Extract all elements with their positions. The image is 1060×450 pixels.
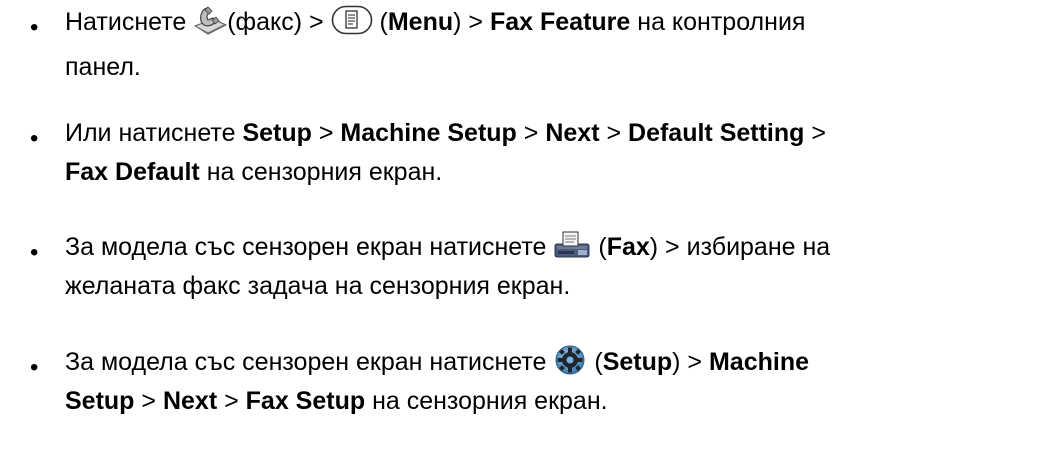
fax-handset-icon <box>193 5 228 35</box>
fax-machine-icon <box>553 230 591 260</box>
list-item-line: За модела със сензорен екран натиснете (… <box>65 345 809 376</box>
list-item-line: желаната факс задача на сензорния екран. <box>65 272 571 300</box>
list-item-line: За модела със сензорен екран натиснете (… <box>65 231 830 260</box>
instruction-page: • Натиснете (факс) > (Menu) > Fax Featur… <box>0 0 1060 450</box>
bullet: • <box>30 239 39 266</box>
list-item-line: Setup > Next > Fax Setup на сензорния ек… <box>65 387 608 415</box>
setup-gear-icon <box>553 344 587 376</box>
menu-button-icon <box>331 5 373 35</box>
bullet: • <box>30 125 39 152</box>
bullet: • <box>30 14 39 41</box>
bullet: • <box>30 354 39 381</box>
list-item-line: Натиснете (факс) > (Menu) > Fax Feature … <box>65 6 805 35</box>
list-item-line: Или натиснете Setup > Machine Setup > Ne… <box>65 119 826 147</box>
list-item-line: панел. <box>65 53 141 81</box>
list-item-line: Fax Default на сензорния екран. <box>65 158 443 186</box>
